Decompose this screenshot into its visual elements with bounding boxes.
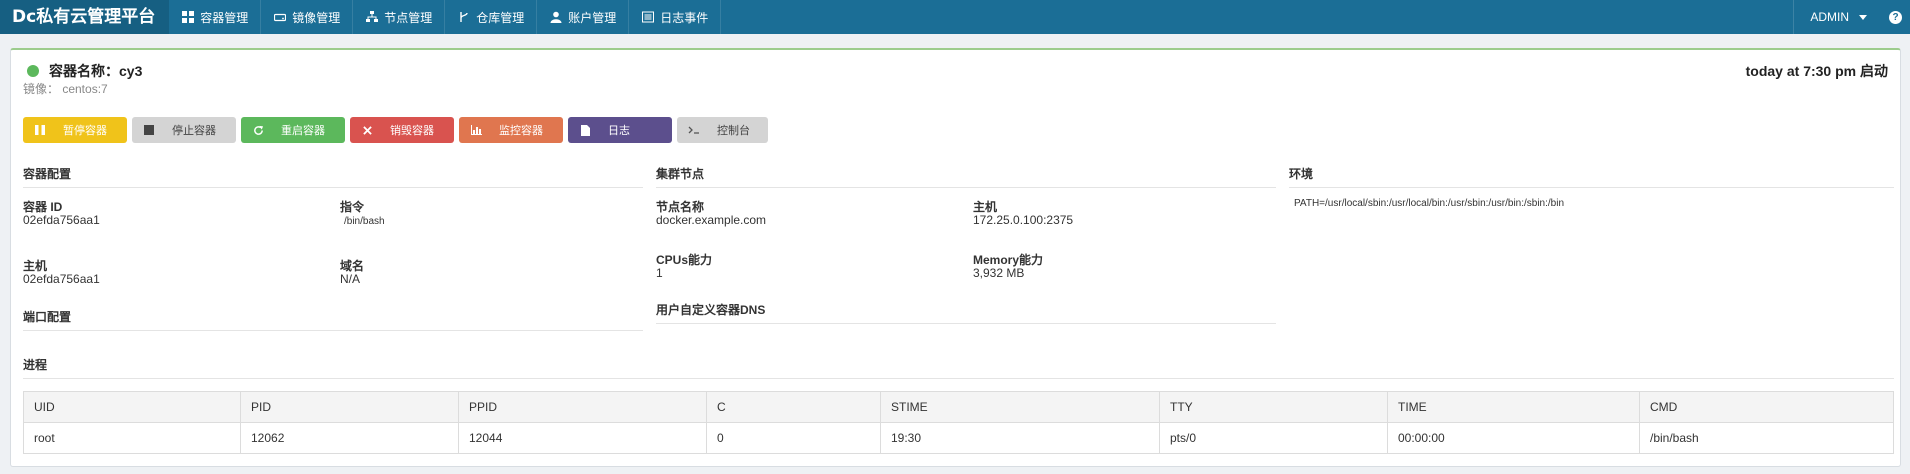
col-c: C: [706, 391, 881, 423]
nav-item-repos[interactable]: 仓库管理: [445, 0, 538, 34]
log-button[interactable]: 日志: [568, 117, 672, 143]
col-tty: TTY: [1159, 391, 1388, 423]
monitor-label: 监控容器: [499, 125, 543, 137]
process-table: UID PID PPID C STIME TTY TIME CMD root 1…: [23, 391, 1894, 454]
bar-chart-icon: [470, 124, 482, 136]
nav-item-accounts[interactable]: 账户管理: [537, 0, 630, 34]
command-value: /bin/bash: [344, 216, 385, 227]
nav-item-containers[interactable]: 容器管理: [169, 0, 262, 34]
container-title: 容器名称：cy3: [49, 63, 143, 79]
cell-tty: pts/0: [1159, 422, 1388, 454]
drive-icon: [273, 11, 286, 24]
host-value: 02efda756aa1: [23, 272, 100, 286]
console-button[interactable]: 控制台: [677, 117, 768, 143]
table-row: root 12062 12044 0 19:30 pts/0 00:00:00 …: [23, 422, 1894, 454]
environment-title: 环境: [1289, 165, 1894, 188]
close-icon: [361, 124, 373, 136]
nav-item-label: 节点管理: [384, 10, 433, 25]
container-id-value: 02efda756aa1: [23, 213, 100, 227]
cpu-label: CPUs能力: [656, 253, 713, 267]
user-name: ADMIN: [1810, 10, 1849, 24]
process-title: 进程: [23, 356, 1894, 379]
restart-button[interactable]: 重启容器: [241, 117, 345, 143]
nav-right: ADMIN ?: [1793, 0, 1910, 34]
container-detail-panel: 容器名称：cy3 镜像： centos:7 today at 7:30 pm 启…: [10, 48, 1901, 467]
user-menu[interactable]: ADMIN: [1793, 0, 1883, 34]
cell-time: 00:00:00: [1387, 422, 1640, 454]
list-icon: [641, 11, 654, 24]
user-icon: [549, 11, 562, 24]
cell-uid: root: [23, 422, 241, 454]
delete-label: 销毁容器: [390, 125, 434, 137]
stop-icon: [143, 124, 155, 136]
cell-c: 0: [706, 422, 881, 454]
grid-icon: [181, 11, 194, 24]
col-uid: UID: [23, 391, 241, 423]
env-path-value: PATH=/usr/local/sbin:/usr/local/bin:/usr…: [1294, 198, 1565, 209]
nav-item-label: 镜像管理: [292, 10, 341, 25]
action-toolbar: 暂停容器 停止容器 重启容器 销毁容器 监控容器 日志 控制台: [23, 117, 773, 143]
delete-button[interactable]: 销毁容器: [350, 117, 454, 143]
node-host-value: 172.25.0.100:2375: [973, 213, 1074, 227]
col-cmd: CMD: [1639, 391, 1894, 423]
branch-icon: [457, 11, 470, 24]
col-pid: PID: [240, 391, 459, 423]
chevron-down-icon: [1859, 14, 1867, 20]
col-time: TIME: [1387, 391, 1640, 423]
cell-cmd: /bin/bash: [1639, 422, 1894, 454]
nav-item-nodes[interactable]: 节点管理: [353, 0, 446, 34]
log-label: 日志: [608, 125, 630, 137]
cell-ppid: 12044: [458, 422, 707, 454]
console-label: 控制台: [717, 125, 750, 137]
file-icon: [579, 124, 591, 136]
nav-item-label: 容器管理: [200, 10, 249, 25]
nav-item-label: 仓库管理: [476, 10, 525, 25]
cell-pid: 12062: [240, 422, 459, 454]
terminal-icon: [688, 124, 700, 136]
image-line: 镜像： centos:7: [23, 82, 108, 96]
container-config-title: 容器配置: [23, 165, 643, 188]
port-config-title: 端口配置: [23, 308, 643, 331]
refresh-icon: [252, 124, 264, 136]
brand-logo[interactable]: Dc私有云管理平台: [0, 0, 170, 34]
top-navbar: Dc私有云管理平台 容器管理 镜像管理 节点管理 仓库管理 账户管理 日志事件: [0, 0, 1910, 34]
table-header-row: UID PID PPID C STIME TTY TIME CMD: [23, 391, 1894, 423]
col-ppid: PPID: [458, 391, 707, 423]
monitor-button[interactable]: 监控容器: [459, 117, 563, 143]
pause-icon: [34, 124, 46, 136]
start-time: today at 7:30 pm 启动: [1745, 63, 1888, 79]
cluster-node-title: 集群节点: [656, 165, 1276, 188]
domain-value: N/A: [340, 272, 361, 286]
stop-button[interactable]: 停止容器: [132, 117, 236, 143]
nav-item-label: 日志事件: [660, 10, 709, 25]
sitemap-icon: [365, 11, 378, 24]
cell-stime: 19:30: [880, 422, 1160, 454]
stop-label: 停止容器: [172, 125, 216, 137]
restart-label: 重启容器: [281, 125, 325, 137]
help-icon[interactable]: ?: [1889, 10, 1902, 24]
nav-item-label: 账户管理: [568, 10, 617, 25]
memory-value: 3,932 MB: [973, 266, 1025, 280]
pause-button[interactable]: 暂停容器: [23, 117, 127, 143]
cpu-value: 1: [656, 266, 663, 280]
node-name-value: docker.example.com: [656, 213, 767, 227]
col-stime: STIME: [880, 391, 1160, 423]
custom-dns-title: 用户自定义容器DNS: [656, 301, 1276, 324]
nav-item-images[interactable]: 镜像管理: [261, 0, 354, 34]
status-indicator: [27, 65, 39, 77]
pause-label: 暂停容器: [63, 125, 107, 137]
nav-item-logs[interactable]: 日志事件: [629, 0, 722, 34]
command-label: 指令: [340, 200, 365, 214]
